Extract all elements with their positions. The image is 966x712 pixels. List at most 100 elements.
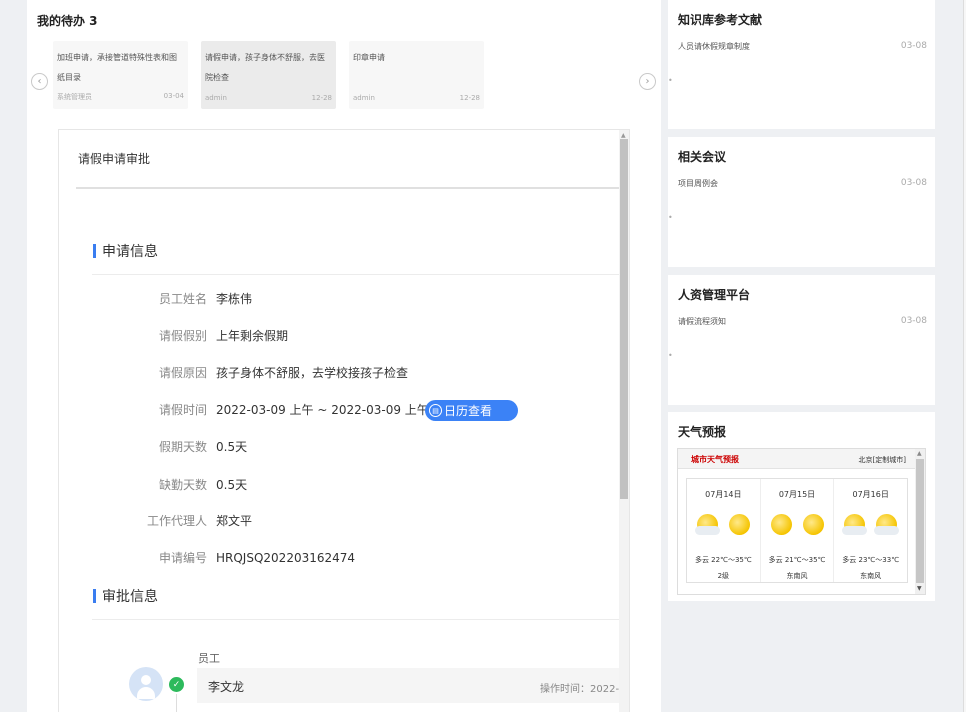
scroll-up-icon[interactable]: ▲ <box>621 132 626 139</box>
meeting-item[interactable]: 项目周例会 03-08 <box>678 178 927 189</box>
meeting-title: 相关会议 <box>678 150 727 164</box>
timeline-line <box>176 694 177 712</box>
todo-card-date: 03-04 <box>163 92 184 100</box>
field-application-no: 申请编号 HRQJSQ202203162474 <box>59 549 619 567</box>
field-label: 请假时间 <box>158 403 207 417</box>
approver-role: 员工 <box>198 652 220 665</box>
todo-card-date: 12-28 <box>459 94 480 102</box>
hr-title: 人资管理平台 <box>678 288 751 302</box>
field-label: 假期天数 <box>158 440 207 454</box>
cloudy-icon <box>694 514 720 535</box>
sunny-icon <box>728 514 750 535</box>
avatar <box>129 667 163 701</box>
field-employee-name: 员工姓名 李栋伟 <box>59 290 619 308</box>
weather-city-link[interactable]: 北京[定制城市] <box>859 455 906 465</box>
knowledge-item[interactable]: 人员请休假规章制度 03-08 <box>678 41 927 52</box>
todo-card[interactable]: 印章申请 admin 12-28 <box>349 41 484 109</box>
sunny-icon <box>770 514 792 535</box>
bullet-icon: • <box>668 351 673 360</box>
approver-row: 李文龙 操作时间：2022- <box>197 668 621 703</box>
todo-card[interactable]: 加班申请，承接管道特殊性表和图纸目录 系统管理员 03-04 <box>53 41 188 109</box>
field-label: 请假原因 <box>158 366 207 380</box>
field-absence-days: 缺勤天数 0.5天 <box>59 476 619 494</box>
field-value: 2022-03-09 上午 ~ 2022-03-09 上午 <box>216 403 429 417</box>
sunny-icon <box>802 514 824 535</box>
field-value: 0.5天 <box>216 440 248 454</box>
weather-wind: 东南风 <box>860 572 882 580</box>
weather-day: 07月15日 多云 21℃～35℃ 东南风 <box>761 479 835 582</box>
bullet-icon: • <box>668 76 673 85</box>
scrollbar-thumb[interactable] <box>916 459 924 583</box>
calendar-view-label: 日历查看 <box>444 404 493 418</box>
section-approve-title: 审批信息 <box>93 586 158 606</box>
todo-card-sender: admin <box>353 94 375 102</box>
field-label: 请假假别 <box>158 329 207 343</box>
weather-day: 07月14日 多云 22℃～35℃ 2级 <box>687 479 761 582</box>
weather-wind: 东南风 <box>786 572 808 580</box>
knowledge-item-date: 03-08 <box>900 41 927 51</box>
field-work-agent: 工作代理人 郑文平 <box>59 512 619 530</box>
weather-temp: 多云 22℃～35℃ <box>694 556 752 564</box>
todo-card-title: 请假申请，孩子身体不舒服，去医院检查 <box>205 53 325 82</box>
meeting-card: 相关会议 项目周例会 03-08 • <box>668 137 935 267</box>
field-leave-time: 请假时间 2022-03-09 上午 ~ 2022-03-09 上午 <box>59 401 619 419</box>
todo-card-title: 加班申请，承接管道特殊性表和图纸目录 <box>57 53 177 82</box>
weather-title: 天气预报 <box>678 425 727 439</box>
calendar-icon: ▤ <box>429 404 442 417</box>
weather-scrollbar[interactable]: ▲ ▼ <box>915 449 925 594</box>
knowledge-title: 知识库参考文献 <box>678 13 763 27</box>
form-scrollbar[interactable]: ▲ <box>619 130 629 712</box>
field-value: 上年剩余假期 <box>216 329 289 343</box>
calendar-view-button[interactable]: ▤ 日历查看 <box>425 400 518 421</box>
form-title: 请假申请审批 <box>78 152 151 166</box>
weather-card: 天气预报 城市天气预报 北京[定制城市] 07月14日 多云 22℃～35℃ 2… <box>668 412 935 601</box>
weather-date: 07月15日 <box>778 490 816 499</box>
field-leave-days: 假期天数 0.5天 <box>59 438 619 456</box>
field-value: HRQJSQ202203162474 <box>216 551 356 565</box>
field-value: 0.5天 <box>216 478 248 492</box>
field-label: 工作代理人 <box>146 514 207 528</box>
scrollbar-thumb[interactable] <box>620 139 628 499</box>
todo-title: 我的待办 3 <box>37 14 98 28</box>
weather-temp: 多云 21℃～35℃ <box>768 556 826 564</box>
field-label: 员工姓名 <box>158 292 207 306</box>
cloudy-icon <box>874 514 900 535</box>
field-leave-type: 请假假别 上年剩余假期 <box>59 327 619 345</box>
knowledge-item-label: 人员请休假规章制度 <box>678 42 750 51</box>
hr-platform-card: 人资管理平台 请假流程须知 03-08 • <box>668 275 935 405</box>
approval-form: 请假申请审批 申请信息 员工姓名 李栋伟 请假假别 上年剩余假期 请假原因 孩子… <box>58 129 630 712</box>
meeting-item-date: 03-08 <box>900 178 927 188</box>
approver-time: 操作时间：2022- <box>540 684 620 695</box>
todo-card-sender: 系统管理员 <box>57 93 92 101</box>
approver-name: 李文龙 <box>208 680 245 694</box>
weather-day: 07月16日 多云 23℃～33℃ 东南风 <box>834 479 907 582</box>
chevron-right-icon[interactable]: › <box>639 73 656 90</box>
hr-item-date: 03-08 <box>900 316 927 326</box>
divider <box>76 187 619 189</box>
todo-panel: 我的待办 3 ‹ 加班申请，承接管道特殊性表和图纸目录 系统管理员 03-04 … <box>27 0 661 712</box>
weather-temp: 多云 23℃～33℃ <box>842 556 900 564</box>
bullet-icon: • <box>668 213 673 222</box>
todo-card-sender: admin <box>205 94 227 102</box>
chevron-left-icon[interactable]: ‹ <box>31 73 48 90</box>
weather-forecast: 07月14日 多云 22℃～35℃ 2级 07月15日 多云 21℃～35℃ 东… <box>686 478 908 583</box>
weather-date: 07月14日 <box>705 490 742 499</box>
todo-card-title: 印章申请 <box>353 53 385 62</box>
check-icon: ✓ <box>169 677 184 692</box>
field-leave-reason: 请假原因 孩子身体不舒服，去学校接孩子检查 <box>59 364 619 382</box>
todo-card[interactable]: 请假申请，孩子身体不舒服，去医院检查 admin 12-28 <box>201 41 336 109</box>
weather-date: 07月16日 <box>852 490 889 499</box>
hr-item[interactable]: 请假流程须知 03-08 <box>678 316 927 327</box>
divider <box>92 619 619 620</box>
weather-widget: 城市天气预报 北京[定制城市] 07月14日 多云 22℃～35℃ 2级 07月… <box>677 448 926 595</box>
cloudy-icon <box>842 514 868 535</box>
field-value: 李栋伟 <box>216 292 253 306</box>
scroll-up-icon[interactable]: ▲ <box>917 450 922 457</box>
field-label: 申请编号 <box>158 551 207 565</box>
field-label: 缺勤天数 <box>158 478 207 492</box>
weather-wind: 2级 <box>717 572 730 580</box>
field-value: 郑文平 <box>216 514 253 528</box>
scroll-down-icon[interactable]: ▼ <box>917 585 922 592</box>
weather-bar-title: 城市天气预报 <box>691 455 739 464</box>
field-value: 孩子身体不舒服，去学校接孩子检查 <box>216 366 409 380</box>
